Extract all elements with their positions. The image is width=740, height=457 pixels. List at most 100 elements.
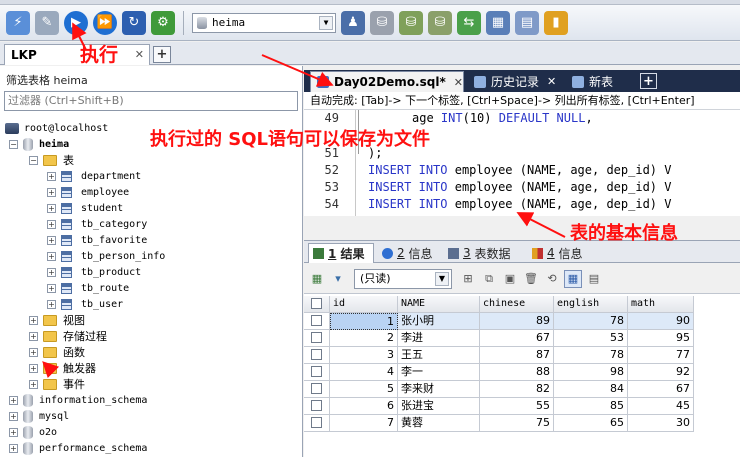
- row-checkbox[interactable]: [311, 315, 322, 326]
- tree-item-table[interactable]: + tb_favorite: [47, 232, 147, 248]
- close-icon[interactable]: ✕: [135, 48, 144, 61]
- table-cell[interactable]: 88: [480, 364, 554, 381]
- form-view-icon[interactable]: ▤: [585, 270, 603, 288]
- tree-item-table[interactable]: + tb_product: [47, 264, 141, 280]
- table-cell[interactable]: 李一: [398, 364, 480, 381]
- collapse-icon[interactable]: −: [9, 139, 18, 149]
- expand-icon[interactable]: +: [47, 219, 56, 229]
- table-cell[interactable]: 6: [330, 398, 398, 415]
- tab-table-info[interactable]: 4 信息: [528, 243, 594, 263]
- table-cell[interactable]: 82: [480, 381, 554, 398]
- add-connection-tab-button[interactable]: +: [153, 46, 171, 63]
- tree-item-tables-folder[interactable]: − 表: [29, 152, 74, 168]
- expand-icon[interactable]: +: [29, 315, 38, 325]
- tree-item-heima[interactable]: − heima: [9, 136, 69, 152]
- expand-icon[interactable]: +: [29, 379, 38, 389]
- tree-item-triggers-folder[interactable]: + 触发器: [29, 360, 96, 376]
- expand-icon[interactable]: +: [9, 395, 18, 405]
- tree-item-table[interactable]: + tb_person_info: [47, 248, 165, 264]
- row-checkbox[interactable]: [311, 366, 322, 377]
- table-cell[interactable]: 78: [554, 347, 628, 364]
- grid-options-icon[interactable]: ▾: [329, 270, 347, 288]
- delete-icon[interactable]: 🗑: [522, 270, 540, 288]
- table-cell[interactable]: 李进: [398, 330, 480, 347]
- backup-icon[interactable]: ↻: [122, 10, 146, 35]
- table-cell[interactable]: 90: [628, 313, 694, 330]
- performance-icon[interactable]: ▮: [544, 10, 568, 35]
- tree-item-events-folder[interactable]: + 事件: [29, 376, 85, 392]
- expand-icon[interactable]: +: [47, 299, 56, 309]
- row-checkbox[interactable]: [311, 349, 322, 360]
- table-cell[interactable]: 87: [480, 347, 554, 364]
- connection-tab[interactable]: LKP ✕: [4, 44, 150, 65]
- close-icon[interactable]: ✕: [454, 76, 463, 89]
- table-cell[interactable]: 67: [480, 330, 554, 347]
- row-checkbox[interactable]: [311, 332, 322, 343]
- tree-item-views-folder[interactable]: + 视图: [29, 312, 85, 328]
- table-cell[interactable]: 4: [330, 364, 398, 381]
- tab-history[interactable]: 历史记录 ✕: [468, 71, 562, 92]
- expand-icon[interactable]: +: [47, 283, 56, 293]
- row-select-cell[interactable]: [304, 415, 330, 432]
- new-connection-icon[interactable]: ⚡: [6, 10, 30, 35]
- column-header[interactable]: id: [330, 296, 398, 313]
- tab-new-table[interactable]: 新表: [566, 71, 636, 92]
- row-select-cell[interactable]: [304, 313, 330, 330]
- collapse-icon[interactable]: −: [29, 155, 38, 165]
- expand-icon[interactable]: +: [9, 443, 18, 453]
- table-cell[interactable]: 王五: [398, 347, 480, 364]
- column-header[interactable]: english: [554, 296, 628, 313]
- expand-icon[interactable]: +: [47, 267, 56, 277]
- db-import-icon[interactable]: ⛁: [399, 10, 423, 35]
- column-header[interactable]: NAME: [398, 296, 480, 313]
- table-cell[interactable]: 李来财: [398, 381, 480, 398]
- expand-icon[interactable]: +: [9, 411, 18, 421]
- tree-item-table[interactable]: + employee: [47, 184, 129, 200]
- row-checkbox[interactable]: [311, 400, 322, 411]
- db-tools-icon[interactable]: ⛁: [370, 10, 394, 35]
- tree-item-table[interactable]: + student: [47, 200, 123, 216]
- table-cell[interactable]: 45: [628, 398, 694, 415]
- close-icon[interactable]: ✕: [547, 75, 556, 88]
- tab-messages[interactable]: 2 信息: [378, 243, 440, 263]
- expand-icon[interactable]: +: [47, 203, 56, 213]
- table-cell[interactable]: 75: [480, 415, 554, 432]
- column-header[interactable]: chinese: [480, 296, 554, 313]
- tree-item-table[interactable]: + tb_category: [47, 216, 147, 232]
- expand-icon[interactable]: +: [47, 187, 56, 197]
- row-select-cell[interactable]: [304, 364, 330, 381]
- table-cell[interactable]: 2: [330, 330, 398, 347]
- readonly-select[interactable]: (只读) ▼: [354, 268, 452, 289]
- row-select-cell[interactable]: [304, 398, 330, 415]
- row-checkbox[interactable]: [311, 383, 322, 394]
- row-checkbox[interactable]: [311, 417, 322, 428]
- tree-item-functions-folder[interactable]: + 函数: [29, 344, 85, 360]
- sync-icon[interactable]: ⇆: [457, 10, 481, 35]
- table-cell[interactable]: 张进宝: [398, 398, 480, 415]
- sql-wizard-icon[interactable]: ✎: [35, 10, 59, 35]
- tab-result[interactable]: 1 结果: [308, 243, 374, 263]
- table-cell[interactable]: 3: [330, 347, 398, 364]
- tree-item-procedures-folder[interactable]: + 存储过程: [29, 328, 107, 344]
- table-cell[interactable]: 77: [628, 347, 694, 364]
- table-cell[interactable]: 张小明: [398, 313, 480, 330]
- table-cell[interactable]: 89: [480, 313, 554, 330]
- table-cell[interactable]: 1: [330, 313, 398, 330]
- tree-item-server[interactable]: root@localhost: [5, 120, 108, 136]
- tree-item-database[interactable]: + o2o: [9, 424, 57, 440]
- save-icon[interactable]: ▣: [501, 270, 519, 288]
- tab-query-editor[interactable]: Day02Demo.sql* ✕: [310, 71, 464, 92]
- table-cell[interactable]: 67: [628, 381, 694, 398]
- table-cell[interactable]: 7: [330, 415, 398, 432]
- table-cell[interactable]: 95: [628, 330, 694, 347]
- add-row-icon[interactable]: ⊞: [459, 270, 477, 288]
- tree-item-database[interactable]: + mysql: [9, 408, 69, 424]
- table-cell[interactable]: 84: [554, 381, 628, 398]
- tree-item-table[interactable]: + tb_route: [47, 280, 129, 296]
- duplicate-row-icon[interactable]: ⧉: [480, 270, 498, 288]
- execute-query-icon[interactable]: ▶: [64, 10, 88, 35]
- expand-icon[interactable]: +: [9, 427, 18, 437]
- table-cell[interactable]: 65: [554, 415, 628, 432]
- table-cell[interactable]: 85: [554, 398, 628, 415]
- chevron-down-icon[interactable]: ▼: [435, 271, 449, 286]
